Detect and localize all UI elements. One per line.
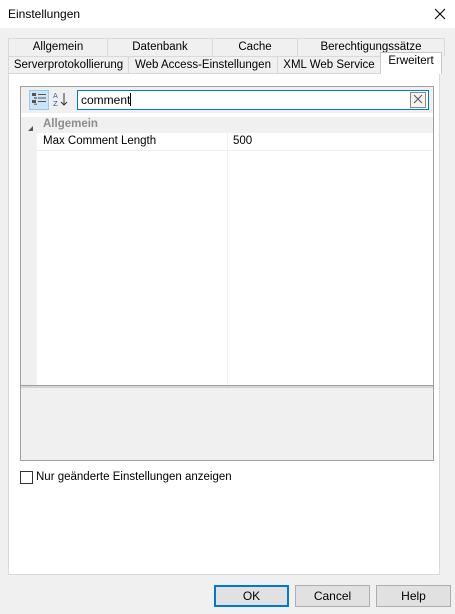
- property-search-input[interactable]: comment: [77, 90, 429, 110]
- grid-gutter: [21, 133, 37, 385]
- checkbox-box[interactable]: [20, 470, 33, 484]
- categorized-view-button[interactable]: [29, 90, 49, 110]
- tab-serverprotokollierung[interactable]: Serverprotokollierung: [8, 56, 129, 74]
- clear-icon: [413, 93, 423, 107]
- cancel-button[interactable]: Cancel: [295, 585, 370, 607]
- tab-web-access-einstellungen[interactable]: Web Access-Einstellungen: [128, 56, 278, 74]
- tab-cache[interactable]: Cache: [212, 38, 298, 56]
- help-button[interactable]: Help: [376, 585, 451, 607]
- window-title: Einstellungen: [8, 7, 81, 21]
- categorized-icon: [32, 92, 46, 108]
- ok-button[interactable]: OK: [214, 585, 289, 607]
- sort-az-icon: A Z: [53, 91, 69, 110]
- alphabetical-view-button[interactable]: A Z: [51, 90, 71, 110]
- tab-label: Cache: [238, 41, 272, 53]
- property-value[interactable]: 500: [233, 135, 252, 147]
- tab-label: Web Access-Einstellungen: [135, 59, 271, 71]
- column-splitter[interactable]: [227, 133, 228, 385]
- property-name: Max Comment Length: [43, 135, 157, 147]
- tab-label: Serverprotokollierung: [13, 59, 124, 71]
- checkbox-label: Nur geänderte Einstellungen anzeigen: [36, 471, 232, 483]
- property-grid-toolbar: A Z comment: [21, 87, 433, 113]
- tab-datenbank[interactable]: Datenbank: [107, 38, 213, 56]
- category-label: Allgemein: [43, 118, 98, 130]
- close-icon[interactable]: [428, 4, 452, 24]
- tab-label: XML Web Service: [283, 59, 375, 71]
- text-caret: [130, 93, 132, 106]
- tab-allgemein[interactable]: Allgemein: [8, 38, 108, 56]
- search-value: comment: [81, 93, 132, 107]
- search-text: comment: [81, 93, 131, 107]
- tab-erweitert[interactable]: Erweitert: [380, 52, 442, 74]
- tab-xml-web-service[interactable]: XML Web Service: [277, 56, 381, 74]
- show-changed-only-checkbox[interactable]: Nur geänderte Einstellungen anzeigen: [20, 469, 232, 485]
- svg-text:Z: Z: [53, 100, 58, 107]
- title-bar: Einstellungen: [0, 0, 455, 28]
- tab-label: Datenbank: [132, 41, 188, 53]
- description-pane: [21, 388, 433, 460]
- tab-label: Erweitert: [388, 55, 434, 67]
- tab-label: Allgemein: [32, 41, 84, 53]
- svg-text:A: A: [53, 92, 58, 100]
- category-row[interactable]: Allgemein: [21, 117, 433, 133]
- property-list: Allgemein Max Comment Length 500: [21, 113, 433, 385]
- property-row[interactable]: Max Comment Length 500: [21, 133, 433, 151]
- clear-search-button[interactable]: [410, 92, 426, 108]
- property-grid: A Z comment Allgemein Max Comment Length…: [20, 86, 434, 461]
